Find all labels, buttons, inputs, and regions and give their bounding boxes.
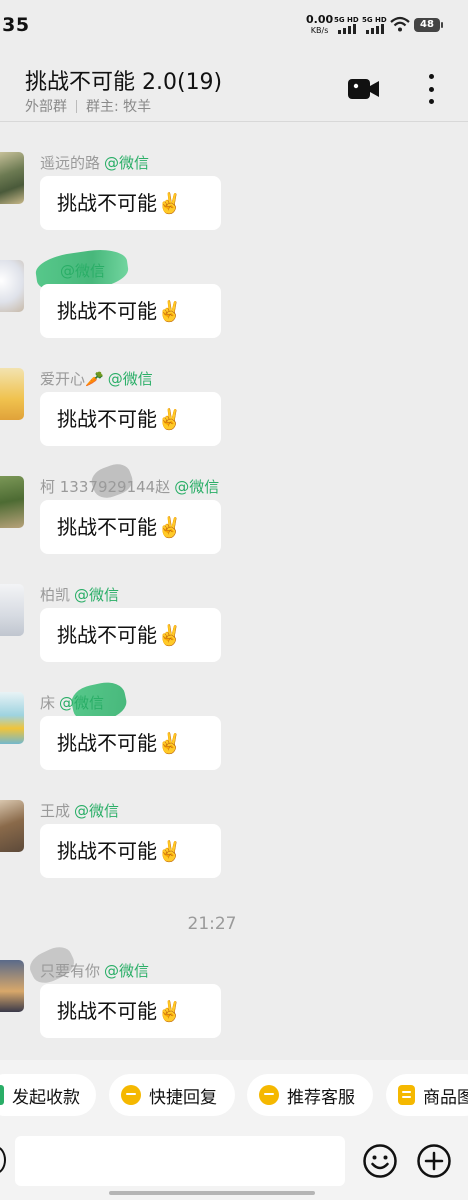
avatar[interactable] (0, 368, 24, 420)
sim1-signal-icon: 5G HD (334, 16, 360, 36)
network-speed: 0.00 KB/s (306, 14, 333, 36)
group-owner: 群主: 牧羊 (86, 99, 152, 115)
chat-header: 挑战不可能 2.0(19) 外部群 群主: 牧羊 (0, 50, 468, 122)
network-speed-value: 0.00 (306, 13, 334, 26)
quick-action-recommend-service[interactable]: 推荐客服 (247, 1074, 373, 1116)
sender-name: 遥远的路 @微信 (40, 154, 150, 172)
customer-service-icon (259, 1085, 279, 1105)
quick-actions-bar: 发起收款 快捷回复 推荐客服 商品图 (0, 1060, 468, 1132)
message-bubble[interactable]: 挑战不可能✌️ (40, 176, 221, 230)
sender-name: 爱开心🥕 @微信 (40, 370, 153, 388)
message-bubble[interactable]: 挑战不可能✌️ (40, 608, 221, 662)
payment-icon (0, 1085, 4, 1105)
emoji-icon[interactable] (362, 1143, 398, 1179)
quick-action-label: 商品图 (423, 1087, 468, 1108)
group-type: 外部群 (25, 99, 67, 115)
message-bubble[interactable]: 挑战不可能✌️ (40, 500, 221, 554)
sender-source-tag: @微信 (107, 370, 153, 388)
quick-action-quick-reply[interactable]: 快捷回复 (109, 1074, 235, 1116)
add-more-icon[interactable] (416, 1143, 452, 1179)
sender-source-tag: @微信 (59, 694, 105, 712)
message-bubble[interactable]: 挑战不可能✌️ (40, 716, 221, 770)
message-item: 柯 1337929144赵 @微信 挑战不可能✌️ (0, 460, 468, 556)
sender-name: 床 @微信 (40, 694, 105, 712)
sender-source-tag: @微信 (74, 586, 120, 604)
message-bubble[interactable]: 挑战不可能✌️ (40, 392, 221, 446)
avatar[interactable] (0, 476, 24, 528)
sim1-label: 5G HD (334, 16, 359, 24)
message-item: @微信 挑战不可能✌️ (0, 245, 468, 340)
sim2-signal-icon: 5G HD (362, 16, 388, 36)
message-input[interactable] (15, 1136, 345, 1186)
sim2-label: 5G HD (362, 16, 387, 24)
product-icon (398, 1085, 415, 1105)
quick-action-product[interactable]: 商品图 (386, 1074, 468, 1116)
message-bubble[interactable]: 挑战不可能✌️ (40, 284, 221, 338)
message-item: 爱开心🥕 @微信 挑战不可能✌️ (0, 368, 468, 448)
avatar[interactable] (0, 152, 24, 204)
sender-name: 柏凯 @微信 (40, 586, 120, 604)
network-speed-unit: KB/s (310, 26, 329, 35)
sender-source-tag: @微信 (104, 962, 150, 980)
message-item: 遥远的路 @微信 挑战不可能✌️ (0, 152, 468, 232)
quick-action-label: 推荐客服 (287, 1087, 355, 1108)
video-call-icon[interactable] (348, 78, 380, 100)
quick-action-label: 快捷回复 (149, 1087, 217, 1108)
quick-action-label: 发起收款 (12, 1087, 80, 1108)
message-item: 只要有你 @微信 挑战不可能✌️ (0, 942, 468, 1040)
quick-reply-icon (121, 1085, 141, 1105)
sender-name: 王成 @微信 (40, 802, 120, 820)
sender-source-tag: @微信 (104, 154, 150, 172)
sender-name: 柯 1337929144赵 @微信 (40, 478, 220, 496)
message-bubble[interactable]: 挑战不可能✌️ (40, 824, 221, 878)
subtitle-divider (76, 99, 77, 113)
message-bubble[interactable]: 挑战不可能✌️ (40, 984, 221, 1038)
sender-source-tag: @微信 (60, 262, 106, 280)
sender-source-tag: @微信 (74, 802, 120, 820)
message-item: 床 @微信 挑战不可能✌️ (0, 678, 468, 772)
battery-icon: 48 (414, 18, 443, 32)
input-bar (0, 1132, 468, 1200)
avatar[interactable] (0, 692, 24, 744)
message-item: 柏凯 @微信 挑战不可能✌️ (0, 584, 468, 664)
sender-source-tag: @微信 (174, 478, 220, 496)
more-options-icon[interactable] (424, 72, 438, 106)
sender-name: 只要有你 @微信 (40, 962, 150, 980)
wifi-icon (390, 16, 410, 32)
avatar[interactable] (0, 260, 24, 312)
avatar[interactable] (0, 800, 24, 852)
chat-subtitle: 外部群 群主: 牧羊 (25, 96, 151, 116)
voice-input-icon[interactable] (0, 1146, 6, 1174)
avatar[interactable] (0, 960, 24, 1012)
status-bar: :35 0.00 KB/s 5G HD 5G HD 48 (0, 0, 468, 50)
sender-name: @微信 (40, 260, 105, 281)
status-time: :35 (0, 14, 30, 36)
chat-title[interactable]: 挑战不可能 2.0(19) (25, 64, 222, 96)
quick-action-payment[interactable]: 发起收款 (0, 1074, 96, 1116)
message-timestamp: 21:27 (187, 914, 237, 934)
message-item: 王成 @微信 挑战不可能✌️ (0, 800, 468, 880)
avatar[interactable] (0, 584, 24, 636)
home-indicator[interactable] (109, 1191, 315, 1195)
